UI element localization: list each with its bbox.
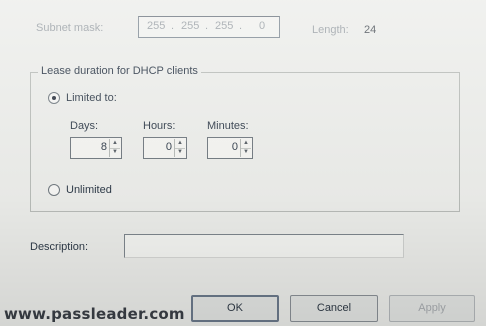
subnet-octet-4: 0 [259,20,266,32]
limited-to-label[interactable]: Limited to: [66,92,117,104]
length-label: Length: [312,24,349,36]
spin-down-icon[interactable]: ▼ [241,148,251,157]
watermark-text: www.passleader.com [4,305,185,323]
hours-spin-buttons[interactable]: ▲ ▼ [174,139,185,157]
spin-down-icon[interactable]: ▼ [110,148,120,157]
days-label: Days: [70,120,99,132]
hours-spinner[interactable]: 0 ▲ ▼ [143,137,187,159]
days-value: 8 [100,141,107,153]
minutes-label: Minutes: [207,120,249,132]
apply-button[interactable]: Apply [389,295,475,322]
subnet-octet-1: 255 [147,20,166,32]
subnet-octet-3: 255 [215,20,234,32]
subnet-octet-2: 255 [181,20,200,32]
subnet-dot-3: . [239,20,243,32]
description-label: Description: [30,241,89,253]
ok-button[interactable]: OK [191,295,279,322]
subnet-dot-2: . [205,20,209,32]
cancel-button[interactable]: Cancel [290,295,378,322]
minutes-spinner[interactable]: 0 ▲ ▼ [207,137,253,159]
radio-selected-dot [52,96,56,100]
minutes-spin-buttons[interactable]: ▲ ▼ [240,139,251,157]
minutes-value: 0 [231,141,238,153]
unlimited-radio[interactable] [48,184,60,196]
subnet-mask-label: Subnet mask: [36,22,104,34]
days-spin-buttons[interactable]: ▲ ▼ [109,139,120,157]
unlimited-label[interactable]: Unlimited [66,184,112,196]
hours-value: 0 [165,141,172,153]
days-spinner[interactable]: 8 ▲ ▼ [70,137,122,159]
length-value: 24 [364,24,377,36]
subnet-dot-1: . [171,20,175,32]
lease-duration-title: Lease duration for DHCP clients [38,65,201,77]
hours-label: Hours: [143,120,176,132]
spin-down-icon[interactable]: ▼ [175,148,185,157]
limited-to-radio[interactable] [48,92,60,104]
subnet-mask-field: 255 . 255 . 255 . 0 [138,16,280,38]
description-input[interactable] [124,234,404,258]
